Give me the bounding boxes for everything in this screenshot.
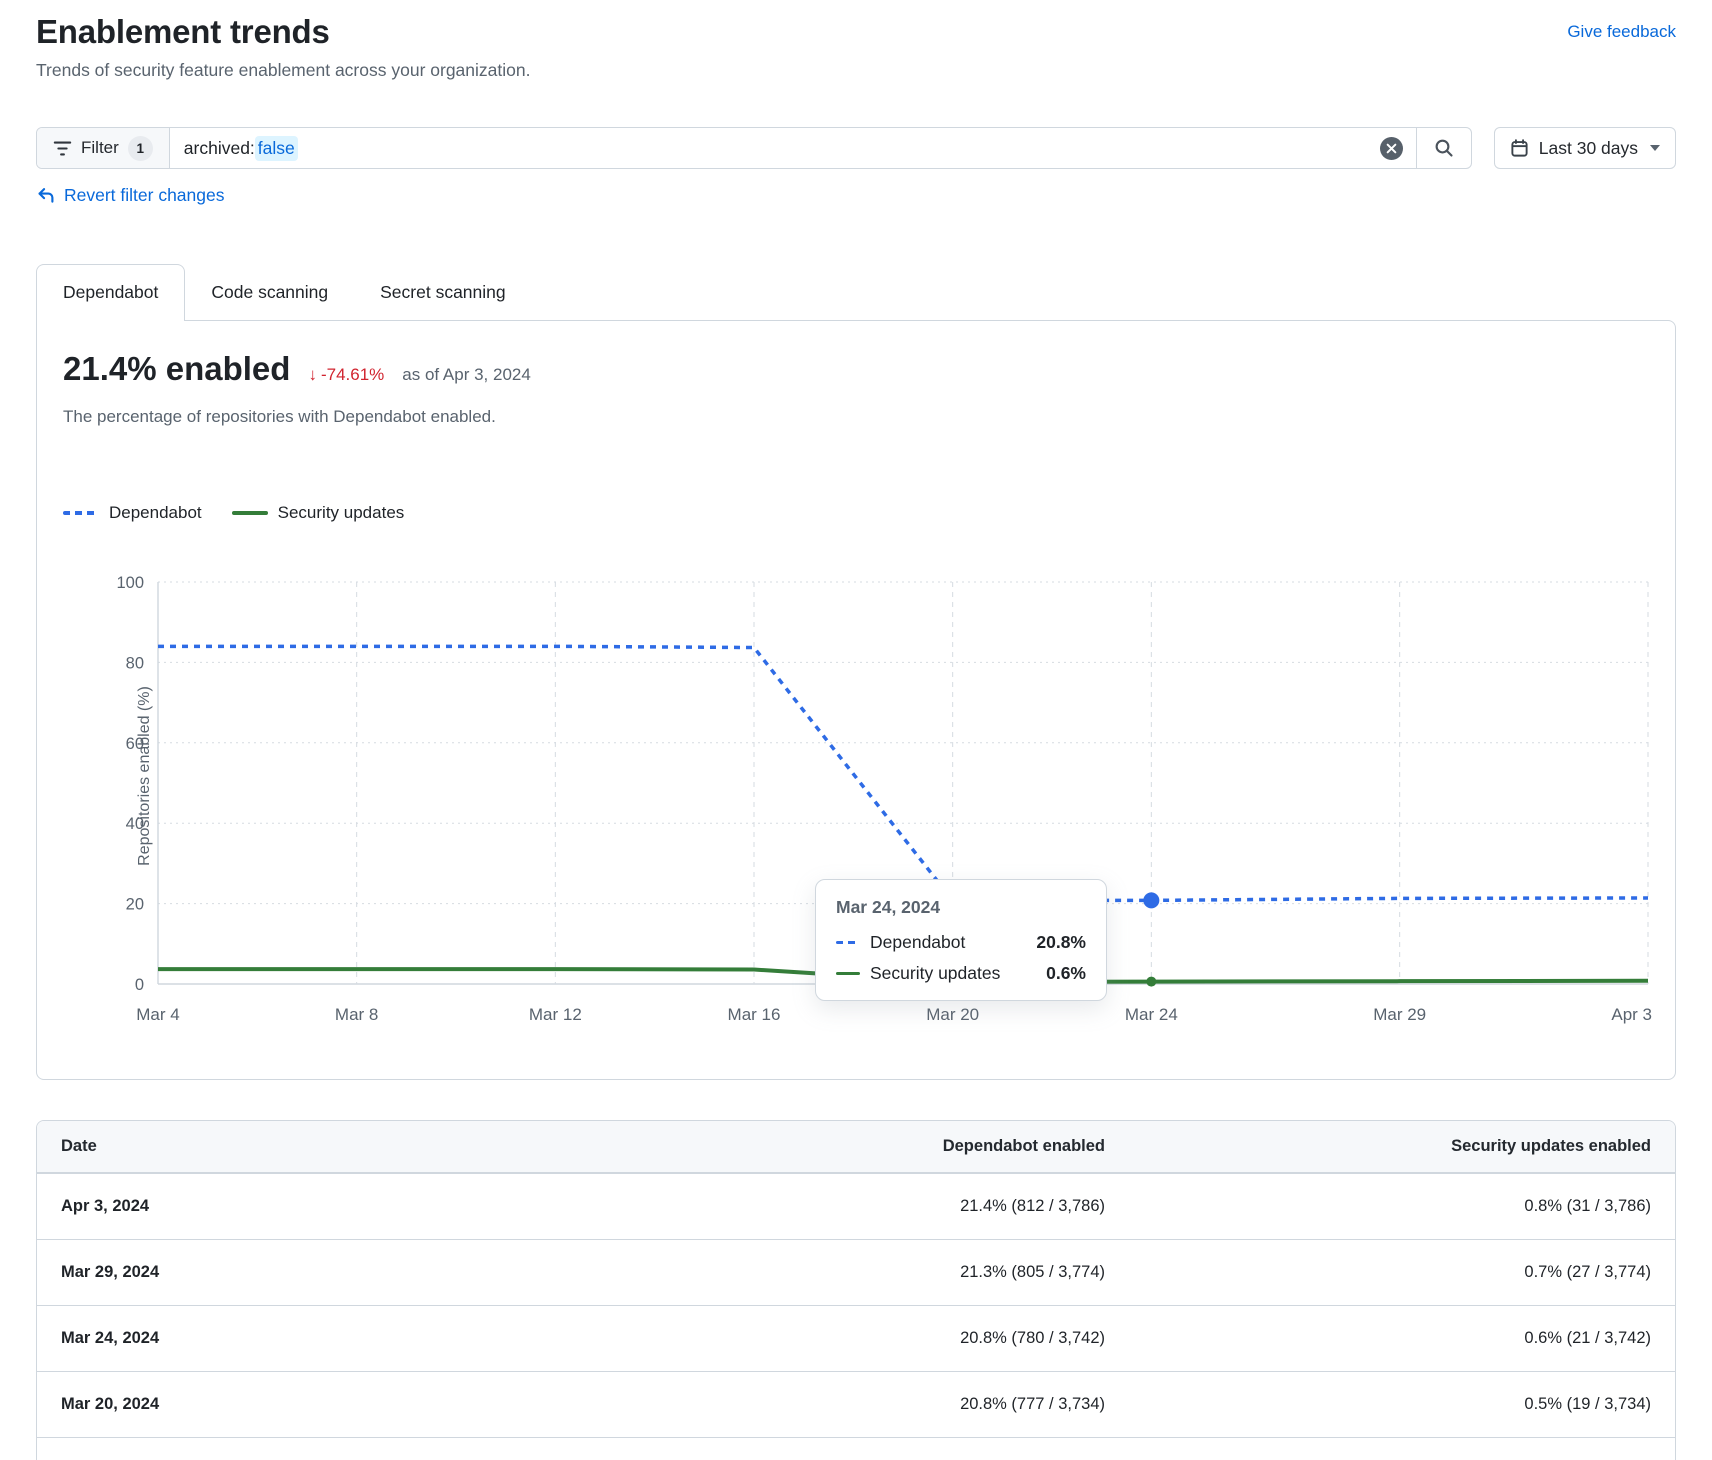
page: Enablement trends Give feedback Trends o… (0, 0, 1712, 1460)
cell-security-updates: 0.7% (27 / 3,774) (1129, 1263, 1675, 1282)
tooltip-row-dependabot: Dependabot 20.8% (836, 932, 1086, 953)
as-of-date: as of Apr 3, 2024 (402, 365, 531, 385)
security-updates-line-swatch (232, 511, 268, 515)
column-header-date: Date (37, 1137, 583, 1156)
filter-button[interactable]: Filter 1 (37, 128, 170, 168)
table-row: Mar 29, 2024 21.3% (805 / 3,774) 0.7% (2… (37, 1239, 1675, 1305)
search-button[interactable] (1416, 128, 1471, 168)
dependabot-line-swatch (63, 511, 99, 515)
svg-text:0: 0 (135, 976, 144, 994)
table-row: Apr 3, 2024 21.4% (812 / 3,786) 0.8% (31… (37, 1173, 1675, 1239)
security-updates-line-swatch (836, 972, 860, 976)
svg-text:Mar 12: Mar 12 (529, 1005, 582, 1024)
tab-code-scanning[interactable]: Code scanning (185, 265, 354, 320)
filter-query-input[interactable]: archived:false (170, 128, 1380, 168)
delta-value: -74.61% (321, 365, 384, 385)
table-row-partial (37, 1437, 1675, 1460)
clear-filter-button[interactable] (1380, 137, 1403, 160)
cell-date: Mar 29, 2024 (37, 1263, 583, 1282)
page-subtitle: Trends of security feature enablement ac… (36, 60, 1676, 81)
down-arrow-icon: ↓ (308, 365, 317, 385)
svg-text:Mar 16: Mar 16 (728, 1005, 781, 1024)
table-header: Date Dependabot enabled Security updates… (37, 1121, 1675, 1173)
query-token-key: archived: (184, 138, 255, 159)
legend-item-dependabot: Dependabot (63, 503, 202, 523)
svg-text:100: 100 (116, 574, 144, 592)
undo-icon (36, 186, 55, 205)
legend-label: Dependabot (109, 503, 202, 523)
column-header-security-updates: Security updates enabled (1129, 1137, 1675, 1156)
give-feedback-link[interactable]: Give feedback (1567, 22, 1676, 42)
page-header: Enablement trends Give feedback (36, 12, 1676, 52)
filter-search-group: Filter 1 archived:false (36, 127, 1472, 169)
tooltip-series-value: 0.6% (1046, 963, 1086, 984)
filter-button-label: Filter (81, 138, 119, 158)
tooltip-series-label: Security updates (870, 963, 1000, 984)
svg-text:Mar 29: Mar 29 (1373, 1005, 1426, 1024)
legend-item-security-updates: Security updates (232, 503, 405, 523)
tooltip-date: Mar 24, 2024 (836, 897, 1086, 918)
svg-text:Apr 3: Apr 3 (1611, 1005, 1652, 1024)
date-range-button[interactable]: Last 30 days (1494, 127, 1676, 169)
table-row: Mar 20, 2024 20.8% (777 / 3,734) 0.5% (1… (37, 1371, 1675, 1437)
table-row: Mar 24, 2024 20.8% (780 / 3,742) 0.6% (2… (37, 1305, 1675, 1371)
cell-dependabot: 20.8% (780 / 3,742) (583, 1329, 1129, 1348)
svg-text:Mar 20: Mar 20 (926, 1005, 979, 1024)
tab-secret-scanning[interactable]: Secret scanning (354, 265, 532, 320)
cell-security-updates: 0.6% (21 / 3,742) (1129, 1329, 1675, 1348)
dependabot-line-swatch (836, 941, 860, 945)
revert-row: Revert filter changes (36, 185, 1676, 206)
enabled-percentage: 21.4% enabled (63, 349, 290, 389)
cell-security-updates: 0.5% (19 / 3,734) (1129, 1395, 1675, 1414)
cell-date: Mar 24, 2024 (37, 1329, 583, 1348)
filter-icon (53, 139, 72, 158)
search-icon (1434, 138, 1454, 158)
chart-tooltip: Mar 24, 2024 Dependabot 20.8% Security u… (815, 879, 1107, 1001)
tab-bar: Dependabot Code scanning Secret scanning (36, 264, 1676, 320)
filter-row: Filter 1 archived:false (36, 127, 1676, 169)
cell-date: Apr 3, 2024 (37, 1197, 583, 1216)
enablement-table: Date Dependabot enabled Security updates… (36, 1120, 1676, 1460)
y-axis-title: Repositories enabled (%) (136, 656, 154, 896)
chevron-down-icon (1650, 145, 1660, 151)
svg-text:Mar 24: Mar 24 (1125, 1005, 1178, 1024)
date-range-label: Last 30 days (1539, 138, 1638, 159)
legend-label: Security updates (278, 503, 405, 523)
cell-dependabot: 20.8% (777 / 3,734) (583, 1395, 1129, 1414)
tab-dependabot[interactable]: Dependabot (36, 264, 185, 321)
query-token-value: false (255, 136, 298, 161)
delta-badge: ↓ -74.61% (308, 365, 384, 385)
enablement-panel: 21.4% enabled ↓ -74.61% as of Apr 3, 202… (36, 320, 1676, 1080)
filter-count-badge: 1 (128, 136, 153, 161)
page-title: Enablement trends (36, 12, 330, 52)
svg-text:Mar 8: Mar 8 (335, 1005, 378, 1024)
headline-row: 21.4% enabled ↓ -74.61% as of Apr 3, 202… (63, 349, 1649, 389)
svg-text:20: 20 (126, 896, 144, 914)
chart-legend: Dependabot Security updates (63, 503, 1649, 523)
trend-chart[interactable]: Repositories enabled (%) 020406080100Mar… (63, 539, 1649, 1039)
panel-description: The percentage of repositories with Depe… (63, 407, 1649, 427)
cell-dependabot: 21.4% (812 / 3,786) (583, 1197, 1129, 1216)
column-header-dependabot: Dependabot enabled (583, 1137, 1129, 1156)
calendar-icon (1510, 139, 1529, 158)
cell-date: Mar 20, 2024 (37, 1395, 583, 1414)
cell-security-updates: 0.8% (31 / 3,786) (1129, 1197, 1675, 1216)
revert-filter-link[interactable]: Revert filter changes (64, 185, 225, 206)
x-circle-icon (1386, 143, 1397, 154)
svg-text:Mar 4: Mar 4 (136, 1005, 179, 1024)
tooltip-series-value: 20.8% (1036, 932, 1086, 953)
cell-dependabot: 21.3% (805 / 3,774) (583, 1263, 1129, 1282)
tooltip-series-label: Dependabot (870, 932, 965, 953)
tooltip-row-security-updates: Security updates 0.6% (836, 963, 1086, 984)
